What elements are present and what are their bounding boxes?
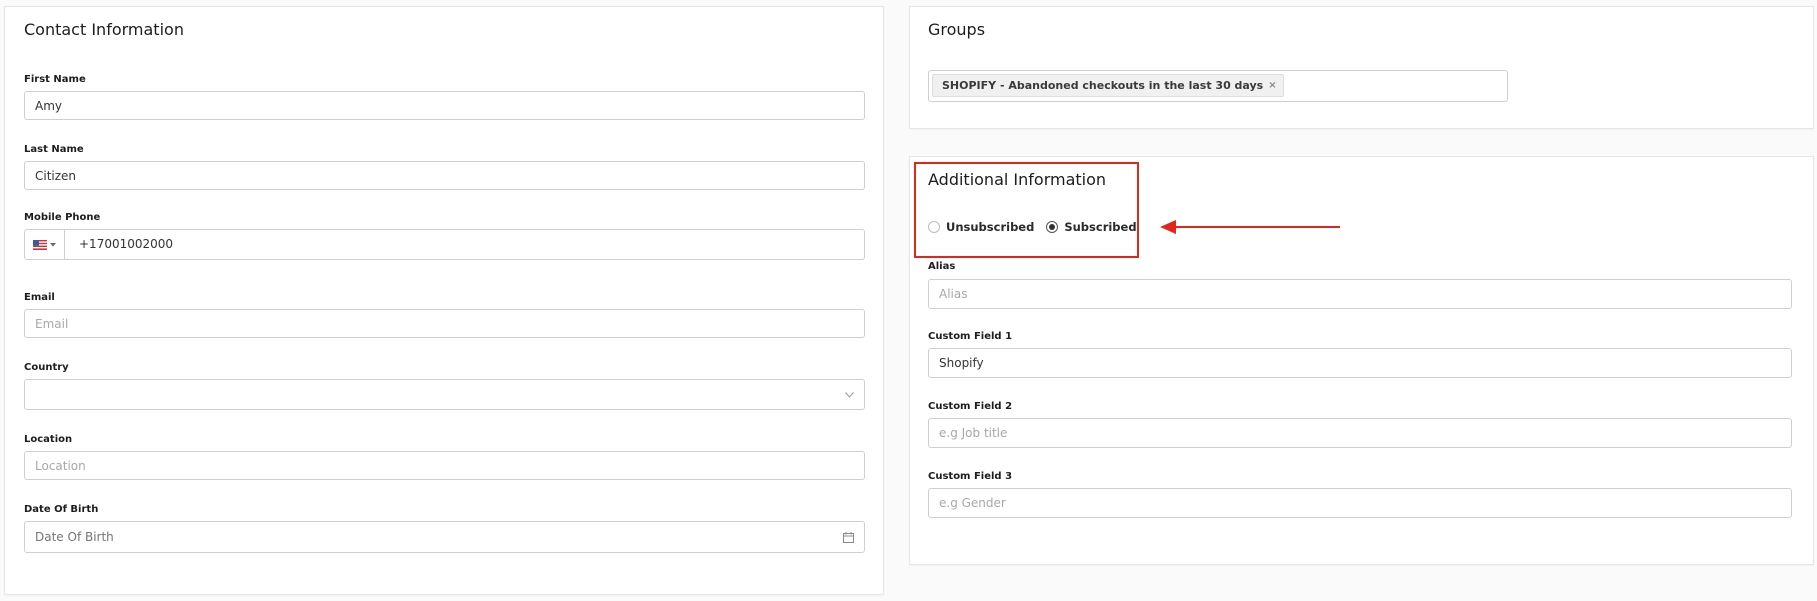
us-flag-icon (33, 239, 47, 250)
country-select[interactable] (24, 379, 865, 410)
custom-field-3-label: Custom Field 3 (928, 471, 1013, 482)
mobile-phone-field[interactable]: +17001002000 (24, 229, 865, 260)
mobile-phone-label: Mobile Phone (24, 212, 101, 223)
date-of-birth-field[interactable] (24, 521, 865, 553)
custom-field-1-input[interactable] (928, 348, 1792, 378)
last-name-input[interactable] (24, 161, 865, 190)
location-input[interactable] (24, 451, 865, 480)
date-of-birth-input[interactable] (25, 522, 845, 552)
chevron-down-icon (845, 392, 854, 398)
group-tag-label: SHOPIFY - Abandoned checkouts in the las… (942, 79, 1264, 92)
groups-title: Groups (928, 20, 986, 39)
first-name-input[interactable] (24, 91, 865, 120)
custom-field-2-label: Custom Field 2 (928, 401, 1013, 412)
remove-tag-icon[interactable]: × (1268, 80, 1276, 91)
contact-information-title: Contact Information (24, 20, 184, 39)
calendar-icon[interactable] (843, 532, 854, 543)
last-name-label: Last Name (24, 144, 84, 155)
group-tag: SHOPIFY - Abandoned checkouts in the las… (932, 74, 1284, 97)
custom-field-1-label: Custom Field 1 (928, 331, 1013, 342)
groups-card: Groups SHOPIFY - Abandoned checkouts in … (909, 6, 1814, 129)
contact-information-card: Contact Information First Name Last Name… (4, 6, 884, 595)
location-label: Location (24, 434, 73, 445)
alias-input[interactable] (928, 279, 1792, 309)
email-label: Email (24, 292, 55, 303)
groups-multiselect[interactable]: SHOPIFY - Abandoned checkouts in the las… (928, 70, 1508, 102)
mobile-phone-value: +17001002000 (79, 237, 174, 251)
custom-field-3-input[interactable] (928, 488, 1792, 518)
chevron-down-icon (50, 242, 56, 246)
date-of-birth-label: Date Of Birth (24, 504, 99, 515)
alias-label: Alias (928, 261, 956, 272)
country-code-dropdown[interactable] (25, 230, 65, 259)
custom-field-2-input[interactable] (928, 418, 1792, 448)
first-name-label: First Name (24, 74, 86, 85)
country-label: Country (24, 362, 69, 373)
annotation-arrow-icon (1160, 220, 1340, 234)
annotation-highlight-box (914, 162, 1139, 258)
email-input[interactable] (24, 309, 865, 338)
